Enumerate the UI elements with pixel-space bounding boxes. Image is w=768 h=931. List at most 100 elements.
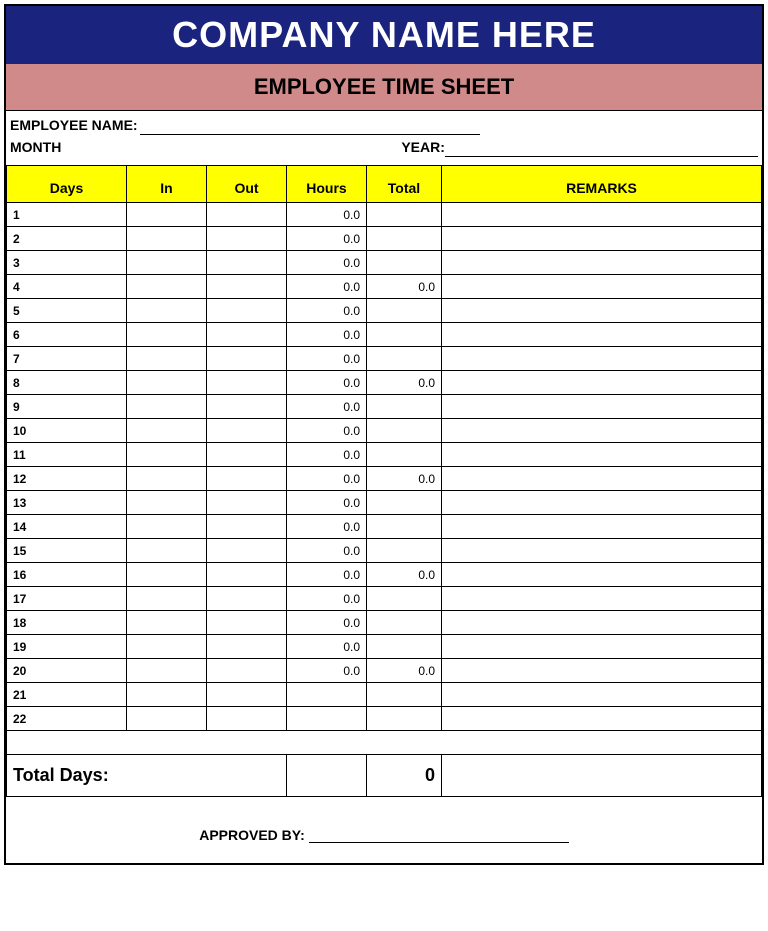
cell-in[interactable] <box>127 467 207 491</box>
cell-day[interactable]: 14 <box>7 515 127 539</box>
cell-total[interactable]: 0.0 <box>367 563 442 587</box>
cell-total[interactable] <box>367 347 442 371</box>
cell-hours[interactable]: 0.0 <box>287 515 367 539</box>
cell-in[interactable] <box>127 203 207 227</box>
cell-remarks[interactable] <box>442 419 762 443</box>
cell-day[interactable]: 11 <box>7 443 127 467</box>
cell-in[interactable] <box>127 251 207 275</box>
cell-out[interactable] <box>207 251 287 275</box>
cell-remarks[interactable] <box>442 563 762 587</box>
cell-day[interactable]: 2 <box>7 227 127 251</box>
cell-hours[interactable]: 0.0 <box>287 395 367 419</box>
cell-out[interactable] <box>207 587 287 611</box>
cell-remarks[interactable] <box>442 347 762 371</box>
cell-day[interactable]: 19 <box>7 635 127 659</box>
cell-in[interactable] <box>127 227 207 251</box>
cell-hours[interactable]: 0.0 <box>287 299 367 323</box>
cell-out[interactable] <box>207 491 287 515</box>
cell-hours[interactable]: 0.0 <box>287 635 367 659</box>
cell-total[interactable] <box>367 323 442 347</box>
cell-in[interactable] <box>127 635 207 659</box>
cell-hours[interactable]: 0.0 <box>287 587 367 611</box>
cell-hours[interactable]: 0.0 <box>287 371 367 395</box>
cell-day[interactable]: 10 <box>7 419 127 443</box>
cell-remarks[interactable] <box>442 395 762 419</box>
cell-hours[interactable]: 0.0 <box>287 323 367 347</box>
cell-hours[interactable]: 0.0 <box>287 227 367 251</box>
cell-day[interactable]: 7 <box>7 347 127 371</box>
cell-day[interactable]: 8 <box>7 371 127 395</box>
cell-remarks[interactable] <box>442 611 762 635</box>
cell-remarks[interactable] <box>442 251 762 275</box>
cell-hours[interactable]: 0.0 <box>287 419 367 443</box>
cell-hours[interactable] <box>287 683 367 707</box>
cell-hours[interactable] <box>287 707 367 731</box>
cell-out[interactable] <box>207 467 287 491</box>
cell-remarks[interactable] <box>442 587 762 611</box>
cell-total[interactable] <box>367 611 442 635</box>
cell-total[interactable]: 0.0 <box>367 371 442 395</box>
cell-day[interactable]: 4 <box>7 275 127 299</box>
cell-out[interactable] <box>207 707 287 731</box>
approved-by-field[interactable] <box>309 842 569 843</box>
cell-remarks[interactable] <box>442 467 762 491</box>
cell-hours[interactable]: 0.0 <box>287 563 367 587</box>
cell-in[interactable] <box>127 419 207 443</box>
cell-out[interactable] <box>207 515 287 539</box>
cell-total[interactable] <box>367 395 442 419</box>
cell-total[interactable]: 0.0 <box>367 659 442 683</box>
cell-in[interactable] <box>127 587 207 611</box>
cell-day[interactable]: 21 <box>7 683 127 707</box>
cell-out[interactable] <box>207 227 287 251</box>
cell-out[interactable] <box>207 659 287 683</box>
cell-day[interactable]: 20 <box>7 659 127 683</box>
cell-remarks[interactable] <box>442 707 762 731</box>
cell-total[interactable] <box>367 299 442 323</box>
cell-in[interactable] <box>127 491 207 515</box>
cell-in[interactable] <box>127 347 207 371</box>
cell-remarks[interactable] <box>442 683 762 707</box>
cell-total[interactable]: 0.0 <box>367 467 442 491</box>
cell-in[interactable] <box>127 683 207 707</box>
cell-hours[interactable]: 0.0 <box>287 251 367 275</box>
cell-remarks[interactable] <box>442 299 762 323</box>
cell-remarks[interactable] <box>442 323 762 347</box>
cell-in[interactable] <box>127 539 207 563</box>
cell-in[interactable] <box>127 611 207 635</box>
cell-total[interactable] <box>367 251 442 275</box>
cell-out[interactable] <box>207 275 287 299</box>
cell-total[interactable] <box>367 683 442 707</box>
cell-out[interactable] <box>207 203 287 227</box>
year-field[interactable] <box>445 139 758 157</box>
month-field[interactable] <box>61 139 401 157</box>
cell-in[interactable] <box>127 563 207 587</box>
cell-total[interactable] <box>367 587 442 611</box>
cell-total[interactable] <box>367 515 442 539</box>
cell-total[interactable] <box>367 707 442 731</box>
cell-day[interactable]: 3 <box>7 251 127 275</box>
cell-in[interactable] <box>127 299 207 323</box>
cell-in[interactable] <box>127 443 207 467</box>
cell-total[interactable] <box>367 227 442 251</box>
cell-hours[interactable]: 0.0 <box>287 203 367 227</box>
cell-in[interactable] <box>127 323 207 347</box>
cell-out[interactable] <box>207 683 287 707</box>
cell-hours[interactable]: 0.0 <box>287 491 367 515</box>
cell-total[interactable] <box>367 635 442 659</box>
cell-out[interactable] <box>207 443 287 467</box>
cell-hours[interactable]: 0.0 <box>287 611 367 635</box>
cell-total[interactable] <box>367 539 442 563</box>
employee-name-field[interactable] <box>140 117 480 135</box>
cell-out[interactable] <box>207 323 287 347</box>
cell-in[interactable] <box>127 515 207 539</box>
cell-remarks[interactable] <box>442 515 762 539</box>
cell-out[interactable] <box>207 419 287 443</box>
cell-day[interactable]: 17 <box>7 587 127 611</box>
cell-out[interactable] <box>207 539 287 563</box>
cell-out[interactable] <box>207 371 287 395</box>
cell-out[interactable] <box>207 563 287 587</box>
cell-day[interactable]: 9 <box>7 395 127 419</box>
cell-day[interactable]: 13 <box>7 491 127 515</box>
cell-day[interactable]: 6 <box>7 323 127 347</box>
cell-out[interactable] <box>207 299 287 323</box>
